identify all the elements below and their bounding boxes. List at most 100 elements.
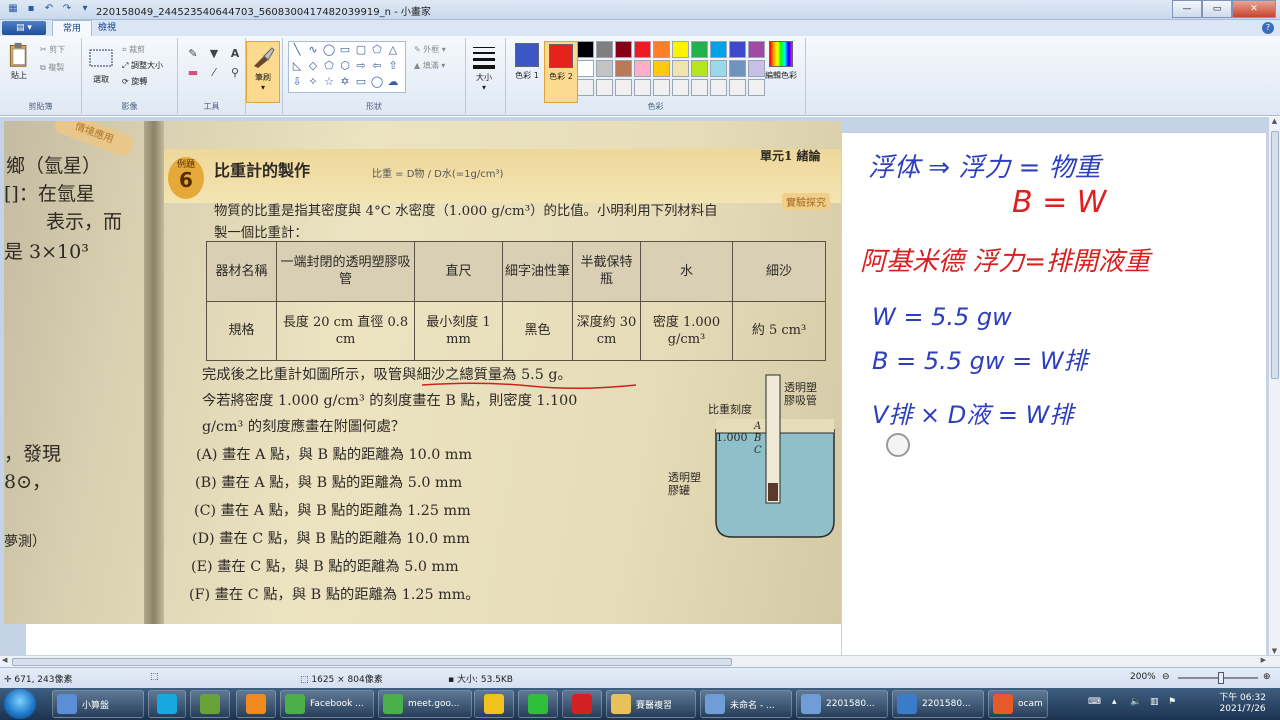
- select-button[interactable]: 選取: [88, 46, 114, 85]
- palette-swatch[interactable]: [710, 41, 727, 58]
- show-hidden-icons-icon[interactable]: ▴: [1112, 697, 1117, 707]
- taskbar-item[interactable]: 賽醫複習: [606, 690, 696, 718]
- eraser-icon[interactable]: ▬: [184, 65, 202, 81]
- taskbar-item[interactable]: [190, 690, 230, 718]
- scroll-left-icon[interactable]: ◀: [2, 656, 7, 664]
- palette-swatch[interactable]: [729, 41, 746, 58]
- diamond-shape-icon[interactable]: ◇: [305, 58, 321, 74]
- redo-icon[interactable]: ↷: [60, 2, 74, 16]
- palette-swatch[interactable]: [634, 41, 651, 58]
- scroll-right-icon[interactable]: ▶: [1261, 656, 1266, 664]
- palette-swatch[interactable]: [634, 79, 651, 96]
- taskbar-item[interactable]: 小算盤: [52, 690, 144, 718]
- cut-button[interactable]: ✂ 剪下: [40, 44, 65, 55]
- shapes-gallery[interactable]: ╲ ∿ ◯ ▭ ▢ ⬠ △ ◺ ◇ ⬠ ⬡ ⇨ ⇦ ⇧ ⇩ ✧ ☆ ✡ ▭ ◯ …: [288, 41, 406, 93]
- zoom-in-icon[interactable]: ⊕: [1263, 672, 1271, 682]
- start-button[interactable]: [4, 689, 36, 719]
- pencil-icon[interactable]: ✎: [184, 46, 202, 62]
- four-point-star-shape-icon[interactable]: ✧: [305, 74, 321, 90]
- zoom-out-icon[interactable]: ⊖: [1162, 672, 1170, 682]
- resize-button[interactable]: ⤢ 調整大小: [122, 60, 163, 71]
- curve-shape-icon[interactable]: ∿: [305, 42, 321, 58]
- palette-swatch[interactable]: [729, 60, 746, 77]
- palette-swatch[interactable]: [748, 79, 765, 96]
- volume-icon[interactable]: 🔈: [1130, 697, 1141, 707]
- scroll-down-icon[interactable]: ▼: [1269, 647, 1280, 655]
- six-point-star-shape-icon[interactable]: ✡: [337, 74, 353, 90]
- text-tool-icon[interactable]: A: [226, 46, 244, 62]
- palette-swatch[interactable]: [596, 41, 613, 58]
- cloud-callout-shape-icon[interactable]: ☁: [385, 74, 401, 90]
- close-button[interactable]: ✕: [1232, 0, 1276, 18]
- palette-swatch[interactable]: [596, 79, 613, 96]
- palette-swatch[interactable]: [615, 60, 632, 77]
- palette-swatch[interactable]: [691, 79, 708, 96]
- copy-button[interactable]: ⧉ 複製: [40, 62, 64, 73]
- tab-home[interactable]: 常用: [52, 20, 93, 36]
- palette-swatch[interactable]: [577, 60, 594, 77]
- palette-swatch[interactable]: [615, 41, 632, 58]
- up-arrow-shape-icon[interactable]: ⇧: [385, 58, 401, 74]
- taskbar-item[interactable]: 2201580...: [892, 690, 984, 718]
- taskbar-item[interactable]: 未命名 - ...: [700, 690, 792, 718]
- pentagon-shape-icon[interactable]: ⬠: [321, 58, 337, 74]
- taskbar-item[interactable]: [562, 690, 602, 718]
- taskbar-item[interactable]: ocam: [988, 690, 1048, 718]
- rotate-button[interactable]: ⟳ 旋轉: [122, 76, 147, 87]
- vertical-scrollbar[interactable]: ▲ ▼: [1268, 117, 1280, 655]
- taskbar-item[interactable]: Facebook ...: [280, 690, 374, 718]
- palette-swatch[interactable]: [672, 79, 689, 96]
- action-center-flag-icon[interactable]: ⚑: [1168, 697, 1176, 707]
- tab-view[interactable]: 檢視: [88, 20, 126, 36]
- vertical-scroll-thumb[interactable]: [1271, 131, 1279, 379]
- right-arrow-shape-icon[interactable]: ⇨: [353, 58, 369, 74]
- palette-swatch[interactable]: [577, 79, 594, 96]
- clock[interactable]: 下午 06:32 2021/7/26: [1219, 693, 1266, 715]
- polygon-shape-icon[interactable]: ⬠: [369, 42, 385, 58]
- taskbar-item[interactable]: [148, 690, 186, 718]
- line-shape-icon[interactable]: ╲: [289, 42, 305, 58]
- palette-swatch[interactable]: [653, 41, 670, 58]
- taskbar-item[interactable]: [518, 690, 558, 718]
- palette-swatch[interactable]: [634, 60, 651, 77]
- color-picker-icon[interactable]: ⁄: [205, 65, 223, 81]
- palette-swatch[interactable]: [710, 60, 727, 77]
- color1-button[interactable]: 色彩 1: [510, 41, 544, 103]
- edit-colors-button[interactable]: 編輯色彩: [760, 41, 802, 81]
- oval-shape-icon[interactable]: ◯: [321, 42, 337, 58]
- save-icon[interactable]: ▪: [24, 2, 38, 16]
- oval-callout-shape-icon[interactable]: ◯: [369, 74, 385, 90]
- palette-swatch[interactable]: [672, 60, 689, 77]
- hexagon-shape-icon[interactable]: ⬡: [337, 58, 353, 74]
- brushes-button[interactable]: 筆刷 ▾: [246, 41, 280, 103]
- palette-swatch[interactable]: [653, 79, 670, 96]
- zoom-slider-handle[interactable]: [1218, 672, 1224, 684]
- crop-button[interactable]: ⌗ 裁剪: [122, 44, 145, 55]
- color2-button[interactable]: 色彩 2: [544, 41, 578, 103]
- palette-swatch[interactable]: [710, 79, 727, 96]
- help-icon[interactable]: ?: [1262, 22, 1274, 34]
- palette-swatch[interactable]: [729, 79, 746, 96]
- palette-swatch[interactable]: [596, 60, 613, 77]
- five-point-star-shape-icon[interactable]: ☆: [321, 74, 337, 90]
- size-button[interactable]: 大小 ▾: [471, 44, 497, 92]
- canvas-area[interactable]: 情境應用 鄉（氫星） []：在氫星 表示，而 是 3×10³ ，發現 8⊙， 夢…: [0, 117, 1268, 655]
- handwritten-notes-panel[interactable]: 浮体 ⇒ 浮力 = 物重 B = W 阿基米德 浮力=排開液重 W = 5.5 …: [842, 133, 1266, 655]
- taskbar-item[interactable]: 2201580...: [796, 690, 888, 718]
- down-arrow-shape-icon[interactable]: ⇩: [289, 74, 305, 90]
- magnifier-icon[interactable]: ⚲: [226, 65, 244, 81]
- rectangle-shape-icon[interactable]: ▭: [337, 42, 353, 58]
- palette-swatch[interactable]: [653, 60, 670, 77]
- palette-swatch[interactable]: [691, 41, 708, 58]
- fill-bucket-icon[interactable]: ▼: [205, 46, 223, 62]
- scroll-up-icon[interactable]: ▲: [1269, 117, 1280, 125]
- canvas-blank-region[interactable]: [26, 624, 841, 655]
- taskbar-item[interactable]: [236, 690, 276, 718]
- zoom-slider[interactable]: [1178, 672, 1258, 684]
- callout-shape-icon[interactable]: ▭: [353, 74, 369, 90]
- fill-button[interactable]: ▲ 填滿 ▾: [414, 60, 445, 71]
- undo-icon[interactable]: ↶: [42, 2, 56, 16]
- rounded-rectangle-shape-icon[interactable]: ▢: [353, 42, 369, 58]
- qat-dropdown-icon[interactable]: ▾: [78, 2, 92, 16]
- palette-swatch[interactable]: [691, 60, 708, 77]
